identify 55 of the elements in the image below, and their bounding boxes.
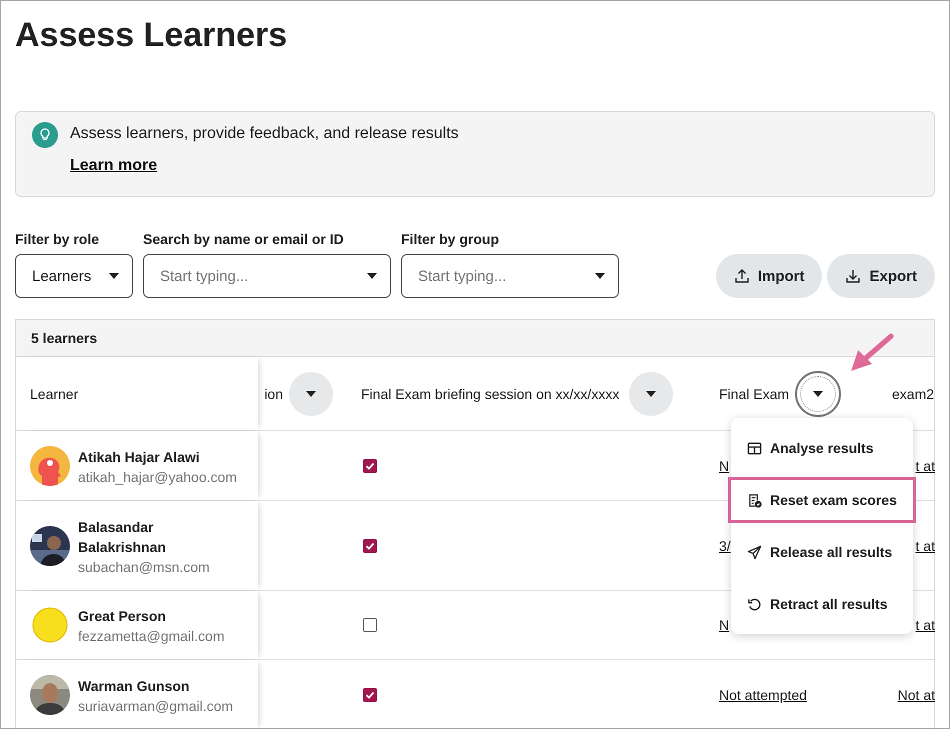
info-text: Assess learners, provide feedback, and release results (70, 125, 459, 143)
column-header: Final Exam briefing session on xx/xx/xxxx (361, 386, 620, 402)
score-link[interactable]: t at (916, 538, 935, 554)
filter-label: Filter by group (401, 231, 500, 247)
checkbox[interactable] (363, 618, 377, 632)
score-link[interactable]: t at (916, 617, 935, 633)
learner-email: fezzametta@gmail.com (78, 628, 224, 644)
export-button[interactable]: Export (827, 254, 935, 298)
undo-icon (747, 596, 762, 612)
column-header: exam2 (892, 386, 934, 402)
upload-icon (734, 268, 750, 284)
column-header: Learner (30, 386, 78, 402)
caret-icon (109, 273, 119, 279)
checkbox[interactable] (363, 538, 377, 552)
score-link[interactable]: N (719, 458, 730, 474)
menu-item[interactable]: Retract all results (731, 578, 913, 630)
score-link[interactable]: Not attempted (719, 686, 807, 702)
table-icon (747, 440, 762, 456)
dropdown-field[interactable]: Learners (15, 254, 133, 298)
lightbulb-icon (32, 122, 58, 148)
column-menu-button[interactable] (795, 370, 842, 416)
score-link[interactable]: N (719, 617, 730, 633)
learner-email: subachan@msn.com (78, 558, 210, 574)
filter-label: Search by name or email or ID (143, 231, 345, 247)
learner-count: 5 learners (31, 330, 98, 346)
menu-item[interactable]: Analyse results (731, 422, 913, 474)
caret-icon (595, 273, 605, 279)
column-header: ion (264, 386, 283, 402)
column-header: Final Exam (719, 386, 790, 402)
learner-name: Balasandar Balakrishnan (78, 518, 167, 556)
score-link[interactable]: Not at (898, 686, 935, 702)
menu-item[interactable]: Reset exam scores (728, 477, 916, 523)
caret-icon (646, 390, 656, 396)
learner-email: suriavarman@gmail.com (78, 698, 234, 714)
learn-more-link[interactable]: Learn more (70, 157, 158, 175)
caret-icon (813, 390, 824, 396)
learner-name: Warman Gunson (78, 676, 190, 696)
learner-email: atikah_hajar@yahoo.com (78, 468, 237, 484)
score-link[interactable]: t at (916, 458, 935, 474)
caret-icon (367, 273, 377, 279)
document-check-icon (747, 492, 762, 508)
page-title: Assess Learners (15, 15, 288, 56)
caret-icon (306, 390, 316, 396)
paper-plane-icon (747, 544, 762, 560)
menu-item[interactable]: Release all results (731, 526, 913, 578)
checkbox[interactable] (363, 688, 377, 702)
checkbox[interactable] (363, 458, 377, 472)
learner-name: Atikah Hajar Alawi (78, 448, 201, 466)
dropdown-field[interactable]: Start typing... (143, 254, 391, 298)
dropdown-field[interactable]: Start typing... (401, 254, 619, 298)
filter-label: Filter by role (15, 231, 100, 247)
import-button[interactable]: Import (716, 254, 822, 298)
score-link[interactable]: 3/ (719, 538, 731, 554)
download-icon (845, 268, 862, 284)
learner-name: Great Person (78, 607, 167, 626)
